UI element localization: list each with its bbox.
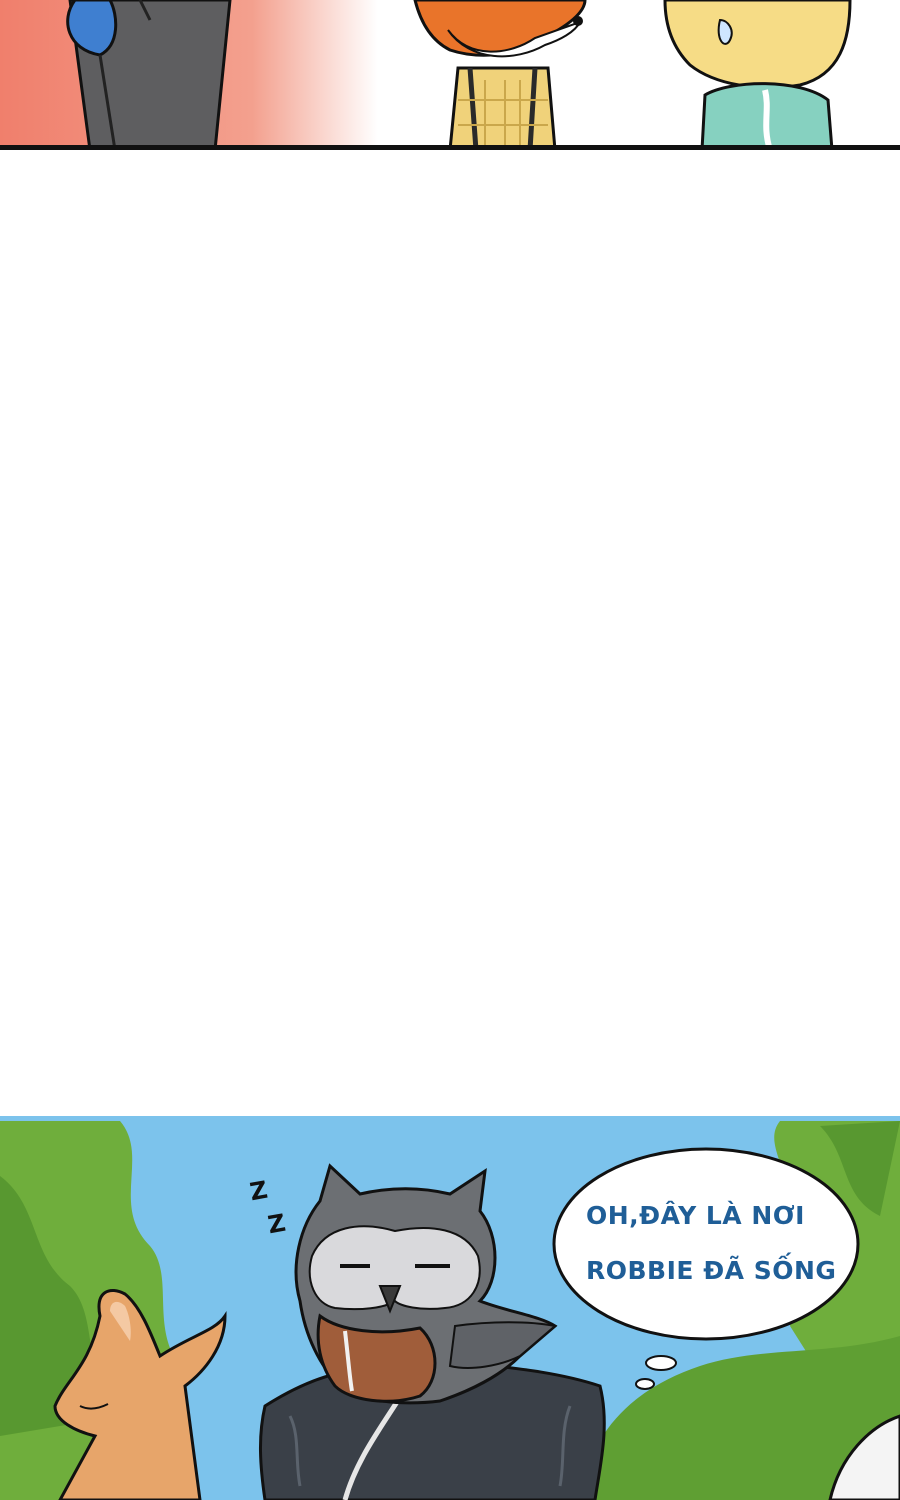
panel-gutter	[0, 150, 900, 1116]
bottom-panel-art	[0, 1116, 900, 1500]
left-character	[66, 0, 232, 150]
bottom-comic-panel	[0, 1116, 900, 1500]
speech-bubble-line-2: ROBBIE ĐÃ SỐNG	[586, 1256, 837, 1285]
top-panel-art	[0, 0, 900, 150]
top-comic-panel	[0, 0, 900, 150]
speech-bubble-line-1: OH,ĐÂY LÀ NƠI	[586, 1201, 805, 1230]
